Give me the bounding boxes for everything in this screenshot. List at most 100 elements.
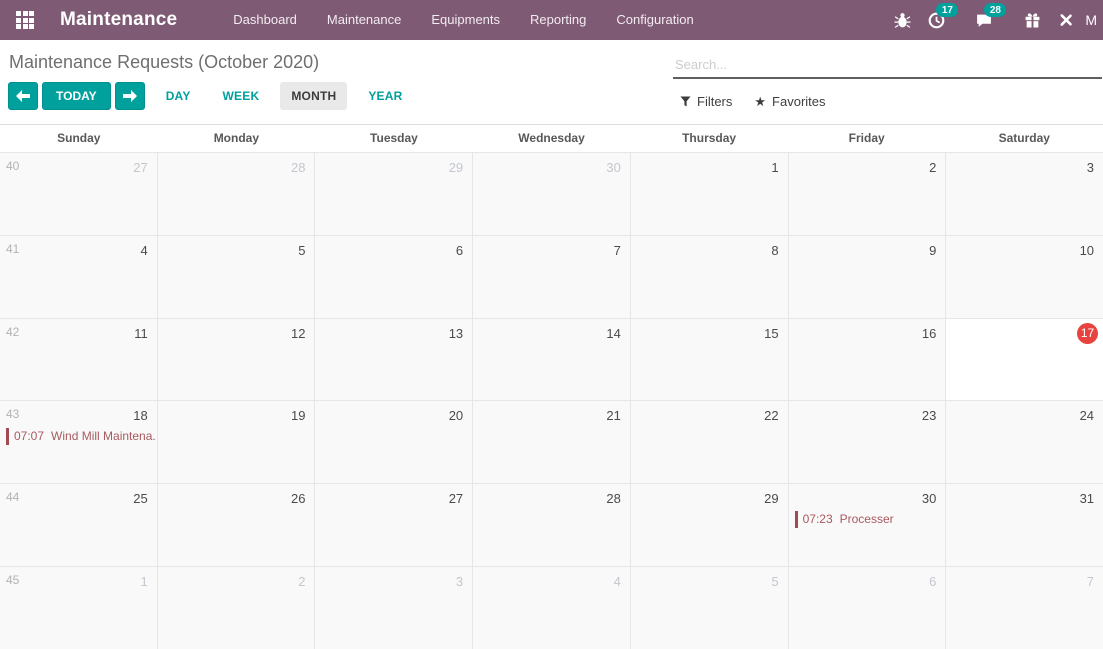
- calendar-day-cell[interactable]: 41 4: [0, 235, 158, 318]
- calendar-day-cell[interactable]: 5: [630, 567, 789, 649]
- today-button[interactable]: TODAY: [42, 82, 111, 110]
- day-number: 8: [771, 242, 779, 258]
- week-number: 42: [6, 324, 20, 339]
- user-menu[interactable]: M: [1079, 12, 1097, 28]
- calendar-day-cell[interactable]: 1: [630, 153, 789, 235]
- calendar-day-cell[interactable]: 2: [157, 567, 316, 649]
- calendar-day-cell[interactable]: 40 27: [0, 153, 158, 235]
- day-number: 22: [764, 408, 779, 424]
- view-month-button[interactable]: MONTH: [280, 82, 348, 110]
- day-number: 16: [921, 325, 937, 341]
- calendar-day-cell[interactable]: 8: [630, 235, 789, 318]
- next-month-button[interactable]: [114, 82, 145, 110]
- calendar-day-cell[interactable]: 30 07:23 Processer: [788, 484, 947, 567]
- calendar-day-cell[interactable]: 45 1: [0, 567, 158, 649]
- messages-icon[interactable]: 28: [971, 3, 1007, 33]
- day-number: 4: [613, 574, 621, 590]
- calendar-day-cell[interactable]: 22: [630, 401, 789, 484]
- calendar-day-cell[interactable]: 16: [788, 318, 947, 401]
- calendar-day-cell[interactable]: 15: [630, 318, 789, 401]
- day-number: 24: [1079, 408, 1095, 424]
- day-number: 2: [929, 160, 937, 175]
- app-brand[interactable]: Maintenance: [60, 9, 177, 31]
- gift-icon[interactable]: [1019, 7, 1045, 33]
- view-year-button[interactable]: YEAR: [357, 82, 413, 110]
- calendar-event[interactable]: 07:07 Wind Mill Maintena...: [6, 428, 155, 446]
- week-number: 44: [6, 490, 20, 505]
- calendar-day-cell[interactable]: 24: [946, 401, 1103, 484]
- calendar-day-cell[interactable]: 5: [157, 235, 316, 318]
- top-navbar: Maintenance Dashboard Maintenance Equipmen…: [0, 0, 1103, 40]
- calendar-day-cell[interactable]: 14: [473, 318, 631, 401]
- day-header-wednesday: Wednesday: [518, 131, 585, 145]
- calendar-day-cell[interactable]: 31: [946, 484, 1103, 567]
- activity-clock-icon[interactable]: 17: [923, 3, 959, 33]
- day-number: 6: [929, 574, 937, 590]
- calendar-day-cell[interactable]: 20: [315, 401, 474, 484]
- calendar-day-cell[interactable]: 26: [157, 484, 316, 567]
- calendar-day-cell[interactable]: 21: [473, 401, 631, 484]
- day-number: 30: [921, 491, 937, 507]
- day-number: 7: [1086, 574, 1095, 590]
- calendar-day-cell[interactable]: 42 11: [0, 318, 158, 401]
- nav-item-reporting[interactable]: Reporting: [516, 0, 600, 40]
- week-row-41: 41 4 5 6 7 8 9 10: [0, 234, 1103, 318]
- star-icon: ★: [754, 94, 767, 109]
- favorites-button[interactable]: ★ Favorites: [754, 94, 825, 109]
- event-time: 07:23: [802, 512, 833, 527]
- calendar-day-cell[interactable]: 13: [315, 318, 474, 401]
- calendar-day-cell[interactable]: 43 18 07:07 Wind Mill Maintena...: [0, 401, 158, 484]
- calendar-day-cell[interactable]: 6: [788, 567, 947, 649]
- calendar-day-cell[interactable]: 7: [946, 567, 1103, 649]
- day-number: 3: [1086, 160, 1095, 175]
- filters-button[interactable]: Filters: [680, 94, 732, 109]
- search-input[interactable]: [673, 54, 1102, 77]
- calendar-day-cell[interactable]: 2: [788, 153, 947, 235]
- calendar-day-cell[interactable]: 7: [473, 235, 631, 318]
- navbar-menu: Dashboard Maintenance Equipments Reporting C…: [219, 0, 707, 40]
- day-number: 20: [448, 408, 464, 424]
- previous-month-button[interactable]: [8, 82, 38, 110]
- calendar-day-cell[interactable]: 27: [315, 484, 474, 567]
- day-number: 29: [764, 491, 779, 507]
- search-box: [673, 54, 1102, 79]
- debug-tools-icon[interactable]: [1053, 7, 1079, 33]
- event-title: Wind Mill Maintena...: [51, 429, 155, 444]
- nav-item-equipments[interactable]: Equipments: [417, 0, 514, 40]
- calendar-day-cell[interactable]: 44 25: [0, 484, 158, 567]
- calendar-day-cell[interactable]: 29: [315, 153, 474, 235]
- bug-icon[interactable]: [889, 7, 915, 33]
- calendar-day-cell[interactable]: 4: [473, 567, 631, 649]
- calendar-day-cell[interactable]: 9: [788, 235, 947, 318]
- week-row-40: 40 27 28 29 30 1 2 3: [0, 153, 1103, 235]
- nav-item-configuration[interactable]: Configuration: [602, 0, 707, 40]
- week-number: 45: [6, 573, 20, 588]
- event-time: 07:07: [14, 429, 45, 444]
- day-number: 25: [133, 491, 148, 507]
- view-week-button[interactable]: WEEK: [212, 82, 271, 110]
- calendar-day-cell[interactable]: 10: [946, 235, 1103, 318]
- calendar-day-cell[interactable]: 17: [946, 318, 1103, 401]
- calendar-day-cell[interactable]: 28: [473, 484, 631, 567]
- apps-grid-icon[interactable]: [16, 11, 34, 29]
- calendar-event[interactable]: 07:23 Processer: [794, 511, 944, 529]
- nav-item-dashboard[interactable]: Dashboard: [219, 0, 311, 40]
- calendar-day-cell[interactable]: 3: [946, 153, 1103, 235]
- calendar-day-cell[interactable]: 28: [157, 153, 316, 235]
- calendar-day-cell[interactable]: 23: [788, 401, 947, 484]
- day-number: 21: [606, 408, 621, 424]
- day-number: 29: [448, 160, 464, 175]
- nav-item-maintenance[interactable]: Maintenance: [313, 0, 415, 40]
- view-day-button[interactable]: DAY: [155, 82, 202, 110]
- day-number: 4: [140, 242, 148, 258]
- day-number: 30: [606, 160, 621, 175]
- calendar-day-cell[interactable]: 6: [315, 235, 474, 318]
- day-number: 9: [929, 242, 937, 258]
- calendar-day-cell[interactable]: 30: [473, 153, 631, 235]
- arrow-right-icon: [122, 90, 137, 102]
- calendar-day-cell[interactable]: 12: [157, 318, 316, 401]
- calendar-day-cell[interactable]: 3: [315, 567, 474, 649]
- day-number: 6: [455, 242, 464, 258]
- calendar-day-cell[interactable]: 29: [630, 484, 789, 567]
- calendar-day-cell[interactable]: 19: [157, 401, 316, 484]
